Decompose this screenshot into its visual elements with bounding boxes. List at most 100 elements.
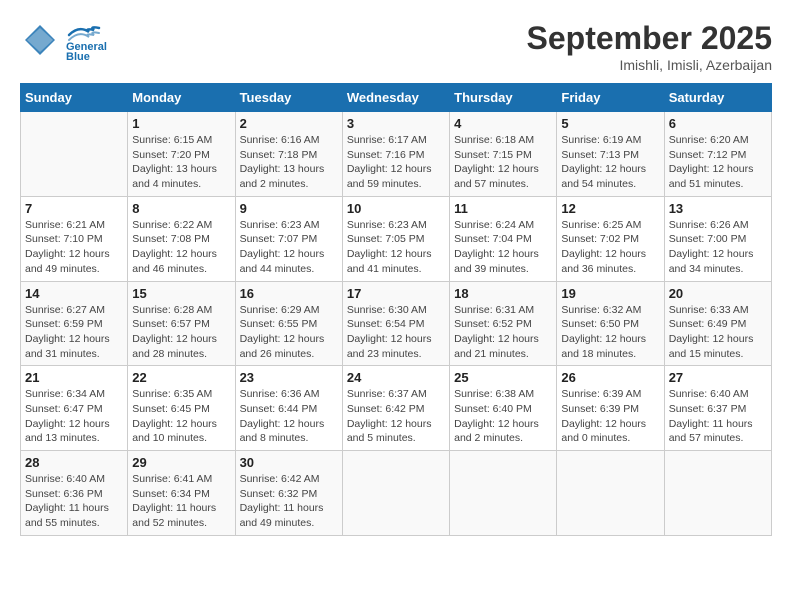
calendar-week-row: 21Sunrise: 6:34 AM Sunset: 6:47 PM Dayli…: [21, 366, 772, 451]
day-info: Sunrise: 6:15 AM Sunset: 7:20 PM Dayligh…: [132, 133, 230, 192]
calendar-week-row: 14 Sunrise: 6:27 AM Sunset: 6:59 PM Dayli…: [21, 281, 772, 366]
weekday-header-saturday: Saturday: [664, 84, 771, 112]
day-number: 12: [561, 201, 659, 216]
day-number: 8: [132, 201, 230, 216]
day-info: Sunrise: 6:40 AM Sunset: 6:37 PM Dayligh…: [669, 387, 767, 446]
day-info: Sunrise: 6:29 AM Sunset: 6:55 PM Dayligh…: [240, 303, 338, 362]
calendar-cell: 14 Sunrise: 6:27 AM Sunset: 6:59 PM Dayli…: [21, 281, 128, 366]
day-number: 11: [454, 201, 552, 216]
day-info: Sunrise: 6:37 AM Sunset: 6:42 PM Dayligh…: [347, 387, 445, 446]
calendar-cell: 17 Sunrise: 6:30 AM Sunset: 6:54 PM Dayli…: [342, 281, 449, 366]
day-number: 2: [240, 116, 338, 131]
logo-icon: [20, 20, 60, 60]
day-info: Sunrise: 6:23 AM Sunset: 7:07 PM Dayligh…: [240, 218, 338, 277]
day-number: 26: [561, 370, 659, 385]
day-info: Sunrise: 6:19 AM Sunset: 7:13 PM Dayligh…: [561, 133, 659, 192]
calendar-cell: 22 Sunrise: 6:35 AM Sunset: 6:45 PM Dayli…: [128, 366, 235, 451]
page-header: General Blue September 2025 Imishli, Imi…: [20, 20, 772, 73]
calendar-cell: 30Sunrise: 6:42 AM Sunset: 6:32 PM Dayli…: [235, 451, 342, 536]
day-info: Sunrise: 6:24 AM Sunset: 7:04 PM Dayligh…: [454, 218, 552, 277]
calendar-cell: 24Sunrise: 6:37 AM Sunset: 6:42 PM Dayli…: [342, 366, 449, 451]
day-number: 17: [347, 286, 445, 301]
calendar-week-row: 7 Sunrise: 6:21 AM Sunset: 7:10 PM Daylig…: [21, 196, 772, 281]
calendar-cell: [342, 451, 449, 536]
weekday-header-wednesday: Wednesday: [342, 84, 449, 112]
location: Imishli, Imisli, Azerbaijan: [527, 57, 772, 73]
calendar-cell: 9 Sunrise: 6:23 AM Sunset: 7:07 PM Daylig…: [235, 196, 342, 281]
calendar-cell: 25 Sunrise: 6:38 AM Sunset: 6:40 PM Dayli…: [450, 366, 557, 451]
day-number: 3: [347, 116, 445, 131]
calendar-cell: [450, 451, 557, 536]
calendar-cell: 6 Sunrise: 6:20 AM Sunset: 7:12 PM Daylig…: [664, 112, 771, 197]
day-number: 5: [561, 116, 659, 131]
day-info: Sunrise: 6:26 AM Sunset: 7:00 PM Dayligh…: [669, 218, 767, 277]
day-info: Sunrise: 6:30 AM Sunset: 6:54 PM Dayligh…: [347, 303, 445, 362]
day-info: Sunrise: 6:17 AM Sunset: 7:16 PM Dayligh…: [347, 133, 445, 192]
calendar-cell: 18 Sunrise: 6:31 AM Sunset: 6:52 PM Dayli…: [450, 281, 557, 366]
calendar-cell: 21Sunrise: 6:34 AM Sunset: 6:47 PM Dayli…: [21, 366, 128, 451]
calendar-week-row: 1 Sunrise: 6:15 AM Sunset: 7:20 PM Daylig…: [21, 112, 772, 197]
month-title: September 2025: [527, 20, 772, 57]
calendar-cell: 1 Sunrise: 6:15 AM Sunset: 7:20 PM Daylig…: [128, 112, 235, 197]
day-number: 25: [454, 370, 552, 385]
calendar-cell: 4 Sunrise: 6:18 AM Sunset: 7:15 PM Daylig…: [450, 112, 557, 197]
day-info: Sunrise: 6:39 AM Sunset: 6:39 PM Dayligh…: [561, 387, 659, 446]
calendar-week-row: 28Sunrise: 6:40 AM Sunset: 6:36 PM Dayli…: [21, 451, 772, 536]
logo: General Blue: [20, 20, 134, 60]
day-info: Sunrise: 6:28 AM Sunset: 6:57 PM Dayligh…: [132, 303, 230, 362]
weekday-header-thursday: Thursday: [450, 84, 557, 112]
calendar-cell: 15 Sunrise: 6:28 AM Sunset: 6:57 PM Dayli…: [128, 281, 235, 366]
calendar-cell: 5 Sunrise: 6:19 AM Sunset: 7:13 PM Daylig…: [557, 112, 664, 197]
calendar-cell: 13 Sunrise: 6:26 AM Sunset: 7:00 PM Dayli…: [664, 196, 771, 281]
calendar-cell: 3 Sunrise: 6:17 AM Sunset: 7:16 PM Daylig…: [342, 112, 449, 197]
day-info: Sunrise: 6:35 AM Sunset: 6:45 PM Dayligh…: [132, 387, 230, 446]
day-number: 4: [454, 116, 552, 131]
calendar-cell: [664, 451, 771, 536]
day-number: 1: [132, 116, 230, 131]
day-number: 14: [25, 286, 123, 301]
day-info: Sunrise: 6:21 AM Sunset: 7:10 PM Dayligh…: [25, 218, 123, 277]
calendar-cell: 16 Sunrise: 6:29 AM Sunset: 6:55 PM Dayli…: [235, 281, 342, 366]
day-info: Sunrise: 6:20 AM Sunset: 7:12 PM Dayligh…: [669, 133, 767, 192]
calendar-cell: 8 Sunrise: 6:22 AM Sunset: 7:08 PM Daylig…: [128, 196, 235, 281]
svg-text:Blue: Blue: [66, 51, 90, 60]
day-number: 18: [454, 286, 552, 301]
day-info: Sunrise: 6:40 AM Sunset: 6:36 PM Dayligh…: [25, 472, 123, 531]
day-info: Sunrise: 6:41 AM Sunset: 6:34 PM Dayligh…: [132, 472, 230, 531]
day-number: 22: [132, 370, 230, 385]
weekday-header-row: SundayMondayTuesdayWednesdayThursdayFrid…: [21, 84, 772, 112]
calendar-cell: [557, 451, 664, 536]
day-info: Sunrise: 6:16 AM Sunset: 7:18 PM Dayligh…: [240, 133, 338, 192]
day-number: 15: [132, 286, 230, 301]
day-info: Sunrise: 6:22 AM Sunset: 7:08 PM Dayligh…: [132, 218, 230, 277]
calendar-cell: 26 Sunrise: 6:39 AM Sunset: 6:39 PM Dayli…: [557, 366, 664, 451]
calendar-cell: 20 Sunrise: 6:33 AM Sunset: 6:49 PM Dayli…: [664, 281, 771, 366]
day-number: 29: [132, 455, 230, 470]
day-number: 6: [669, 116, 767, 131]
day-info: Sunrise: 6:18 AM Sunset: 7:15 PM Dayligh…: [454, 133, 552, 192]
day-info: Sunrise: 6:36 AM Sunset: 6:44 PM Dayligh…: [240, 387, 338, 446]
day-number: 20: [669, 286, 767, 301]
day-info: Sunrise: 6:27 AM Sunset: 6:59 PM Dayligh…: [25, 303, 123, 362]
weekday-header-monday: Monday: [128, 84, 235, 112]
weekday-header-sunday: Sunday: [21, 84, 128, 112]
day-number: 13: [669, 201, 767, 216]
day-info: Sunrise: 6:31 AM Sunset: 6:52 PM Dayligh…: [454, 303, 552, 362]
day-number: 16: [240, 286, 338, 301]
calendar-cell: 27Sunrise: 6:40 AM Sunset: 6:37 PM Dayli…: [664, 366, 771, 451]
day-info: Sunrise: 6:32 AM Sunset: 6:50 PM Dayligh…: [561, 303, 659, 362]
day-number: 7: [25, 201, 123, 216]
day-number: 9: [240, 201, 338, 216]
day-info: Sunrise: 6:23 AM Sunset: 7:05 PM Dayligh…: [347, 218, 445, 277]
day-info: Sunrise: 6:42 AM Sunset: 6:32 PM Dayligh…: [240, 472, 338, 531]
calendar-cell: 7 Sunrise: 6:21 AM Sunset: 7:10 PM Daylig…: [21, 196, 128, 281]
logo-svg: General Blue: [64, 20, 134, 60]
day-number: 10: [347, 201, 445, 216]
day-info: Sunrise: 6:33 AM Sunset: 6:49 PM Dayligh…: [669, 303, 767, 362]
calendar-cell: 12Sunrise: 6:25 AM Sunset: 7:02 PM Dayli…: [557, 196, 664, 281]
calendar-cell: 19Sunrise: 6:32 AM Sunset: 6:50 PM Dayli…: [557, 281, 664, 366]
calendar-cell: 29 Sunrise: 6:41 AM Sunset: 6:34 PM Dayli…: [128, 451, 235, 536]
day-info: Sunrise: 6:38 AM Sunset: 6:40 PM Dayligh…: [454, 387, 552, 446]
calendar-cell: 28Sunrise: 6:40 AM Sunset: 6:36 PM Dayli…: [21, 451, 128, 536]
weekday-header-tuesday: Tuesday: [235, 84, 342, 112]
